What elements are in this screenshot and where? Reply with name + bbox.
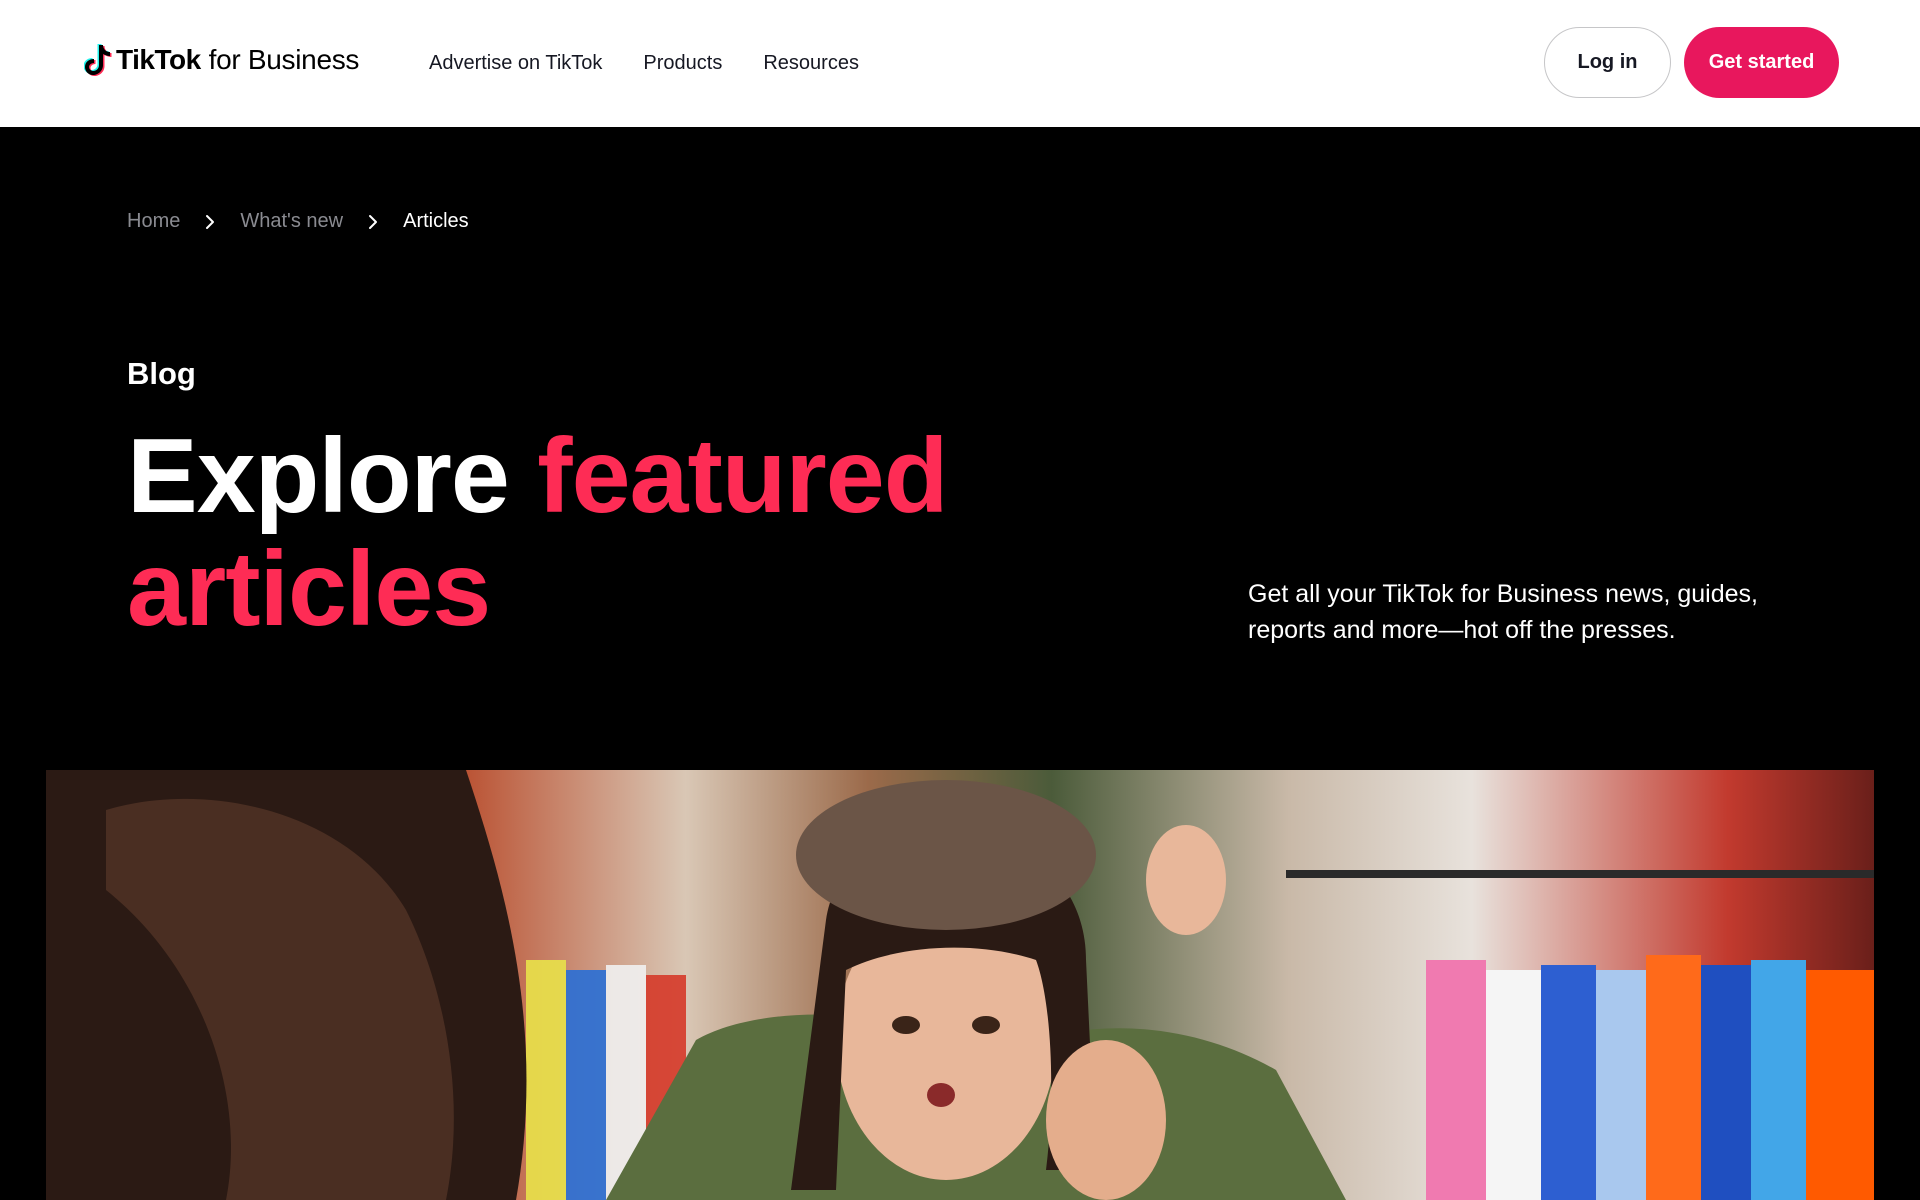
breadcrumb-articles: Articles — [403, 210, 469, 232]
hero-photo-illustration — [46, 770, 1874, 1200]
chevron-right-icon — [363, 212, 383, 232]
tiktok-for-business-logo[interactable]: TikTok for Business — [84, 40, 359, 80]
breadcrumb-home[interactable]: Home — [127, 210, 180, 233]
nav-products[interactable]: Products — [643, 52, 722, 75]
nav-resources[interactable]: Resources — [763, 52, 859, 75]
page-title: Explore featured articles — [127, 420, 1027, 646]
main-nav: Advertise on TikTok Products Resources — [429, 0, 900, 127]
breadcrumb: Home What's new Articles — [127, 210, 469, 233]
hero-description: Get all your TikTok for Business news, g… — [1248, 580, 1758, 644]
login-button[interactable]: Log in — [1544, 27, 1671, 98]
get-started-button[interactable]: Get started — [1684, 27, 1839, 98]
breadcrumb-whats-new[interactable]: What's new — [240, 210, 343, 233]
tiktok-note-icon — [84, 44, 112, 76]
chevron-right-icon — [200, 212, 220, 232]
headline-pink-1: featured — [537, 417, 948, 535]
site-header: TikTok for Business Advertise on TikTok … — [0, 0, 1920, 127]
nav-advertise[interactable]: Advertise on TikTok — [429, 52, 602, 75]
headline-white: Explore — [127, 417, 510, 535]
headline-pink-2: articles — [127, 530, 491, 648]
logo-suffix-text: for Business — [208, 44, 360, 75]
logo-brand-text: TikTok — [116, 44, 201, 75]
hero-image — [46, 770, 1874, 1200]
blog-eyebrow: Blog — [127, 356, 196, 391]
